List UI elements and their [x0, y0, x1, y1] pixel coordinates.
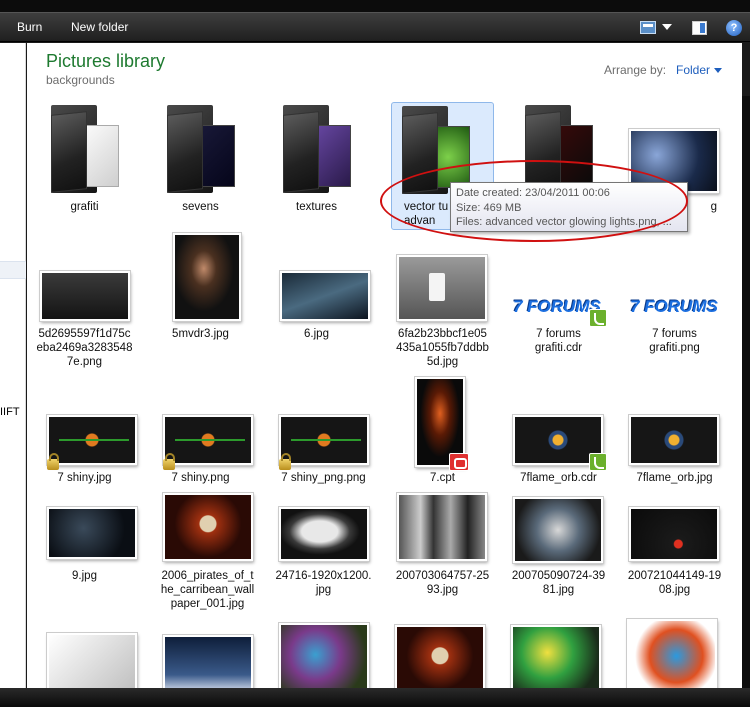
thumbnail-image: [629, 415, 719, 465]
thumbnail-image[interactable]: [627, 619, 717, 688]
image-item[interactable]: 5mvdr3.jpg: [149, 233, 252, 373]
folder-info-tooltip: Date created: 23/04/2011 00:06 Size: 469…: [450, 182, 688, 232]
item-name: 5d2695597f1d75c eba2469a3283548 7e.png: [36, 328, 133, 368]
item-name: textures: [296, 201, 337, 213]
nav-item-label[interactable]: IIFT: [0, 406, 20, 418]
thumbnail-image: [280, 271, 370, 321]
change-view-icon[interactable]: [640, 21, 656, 34]
image-item[interactable]: 200705090724-39 81.jpg: [507, 493, 610, 633]
image-item[interactable]: 2006_pirates_of_t he_carribean_wall pape…: [149, 493, 254, 633]
tooltip-files: Files: advanced vector glowing lights.pn…: [456, 216, 672, 228]
image-item[interactable]: 7 shiny.png: [149, 377, 253, 497]
item-name: sevens: [182, 201, 219, 213]
item-name: 7 forums grafiti.png: [649, 328, 700, 354]
thumbnail-image[interactable]: [279, 623, 369, 688]
thumbnail-image[interactable]: [511, 625, 601, 688]
arrange-by-dropdown[interactable]: Folder: [676, 63, 710, 77]
image-item[interactable]: 6fa2b23bbcf1e05 435a1055fb7ddbb 5d.jpg: [391, 233, 494, 373]
thumbnail-image: [47, 507, 137, 559]
image-item[interactable]: 7 FORUMS 7 forums grafiti.png: [623, 233, 726, 373]
window-bottom-edge: [0, 688, 750, 707]
image-item[interactable]: 7 shiny.jpg: [33, 377, 137, 497]
item-name: 200703064757-25 93.jpg: [395, 570, 490, 596]
view-options-chevron-down-icon[interactable]: [662, 24, 672, 30]
thumbnail-image[interactable]: [163, 635, 253, 688]
thumbnail-image: [47, 415, 137, 465]
folder-icon: [277, 103, 357, 193]
burn-button[interactable]: Burn: [17, 20, 42, 34]
item-name: 7 forums grafiti.cdr: [534, 328, 583, 354]
thumbnail-image: [163, 493, 253, 561]
chevron-down-icon[interactable]: [714, 68, 722, 73]
help-icon[interactable]: ?: [726, 20, 742, 36]
thumbnail-image: [629, 507, 719, 561]
item-name: 7flame_orb.cdr: [520, 472, 597, 484]
page-title: Pictures library: [46, 51, 166, 71]
image-item[interactable]: 7 shiny_png.png: [265, 377, 369, 497]
folder-icon: [45, 103, 125, 193]
corel-photo-paint-icon: [449, 453, 469, 471]
file-list-view: Pictures library backgrounds Arrange by:…: [27, 43, 742, 688]
image-item[interactable]: 200721044149-19 08.jpg: [623, 493, 726, 633]
thumbnail-image: [173, 233, 241, 321]
coreldraw-icon: [589, 309, 607, 327]
arrange-by-label: Arrange by:: [604, 63, 667, 77]
item-name: 200705090724-39 81.jpg: [511, 570, 606, 596]
folder-icon: [161, 103, 241, 193]
thumbnail-image: [40, 271, 130, 321]
thumbnail-image: 7 FORUMS: [513, 297, 601, 316]
item-name: 7 shiny.png: [171, 472, 230, 484]
image-item[interactable]: 7 FORUMS 7 forums grafiti.cdr: [507, 233, 610, 373]
thumbnail-image: 7 FORUMS: [630, 297, 718, 316]
thumbnail-image: [279, 415, 369, 465]
image-item[interactable]: 9.jpg: [33, 493, 137, 633]
lock-icon: [163, 453, 175, 470]
folder-icon: [519, 103, 599, 193]
lock-icon: [279, 453, 291, 470]
image-item[interactable]: 200703064757-25 93.jpg: [391, 493, 494, 633]
image-item[interactable]: 6.jpg: [265, 233, 370, 373]
lock-icon: [47, 453, 59, 470]
thumbnail-image: [163, 415, 253, 465]
image-item[interactable]: 7flame_orb.jpg: [623, 377, 726, 497]
folder-item[interactable]: sevens: [149, 103, 252, 223]
current-folder-label: backgrounds: [46, 73, 115, 87]
image-item[interactable]: 7flame_orb.cdr: [507, 377, 610, 497]
thumbnail-image[interactable]: [395, 625, 485, 688]
folder-item[interactable]: grafiti: [33, 103, 136, 223]
thumbnail-image[interactable]: [47, 633, 137, 688]
image-item[interactable]: 7.cpt: [391, 377, 494, 497]
item-name: 7flame_orb.jpg: [636, 472, 713, 484]
tooltip-size: Size: 469 MB: [456, 201, 522, 214]
image-item[interactable]: 5d2695597f1d75c eba2469a3283548 7e.png: [33, 233, 136, 373]
item-name: grafiti: [70, 201, 99, 213]
coreldraw-icon: [589, 453, 607, 471]
item-name: 9.jpg: [72, 570, 97, 582]
nav-selected-item[interactable]: [0, 261, 26, 279]
item-name: 6.jpg: [304, 328, 329, 340]
folder-icon: [396, 104, 476, 194]
image-item[interactable]: 24716-1920x1200. jpg: [265, 493, 371, 633]
item-name: 7.cpt: [430, 472, 455, 484]
preview-pane-icon[interactable]: [692, 21, 707, 35]
thumbnail-image: [397, 255, 487, 321]
window-top-edge: [0, 0, 750, 12]
item-name: 7 shiny_png.png: [281, 472, 366, 484]
new-folder-button[interactable]: New folder: [71, 20, 128, 34]
vertical-scrollbar[interactable]: [742, 96, 750, 688]
item-name: 2006_pirates_of_t he_carribean_wall pape…: [160, 570, 255, 610]
thumbnail-image: [397, 493, 487, 561]
item-name: 6fa2b23bbcf1e05 435a1055fb7ddbb 5d.jpg: [396, 328, 489, 368]
tooltip-date-created: Date created: 23/04/2011 00:06: [456, 187, 610, 199]
item-name: 5mvdr3.jpg: [172, 328, 229, 340]
folder-item[interactable]: textures: [265, 103, 368, 223]
thumbnail-image: [279, 507, 369, 561]
item-name: 200721044149-19 08.jpg: [627, 570, 722, 596]
thumbnail-image: [513, 497, 603, 563]
navigation-pane[interactable]: IIFT: [0, 43, 26, 688]
command-bar: Burn New folder ?: [0, 12, 750, 42]
item-name: 7 shiny.jpg: [57, 472, 112, 484]
item-name: 24716-1920x1200. jpg: [275, 570, 372, 596]
